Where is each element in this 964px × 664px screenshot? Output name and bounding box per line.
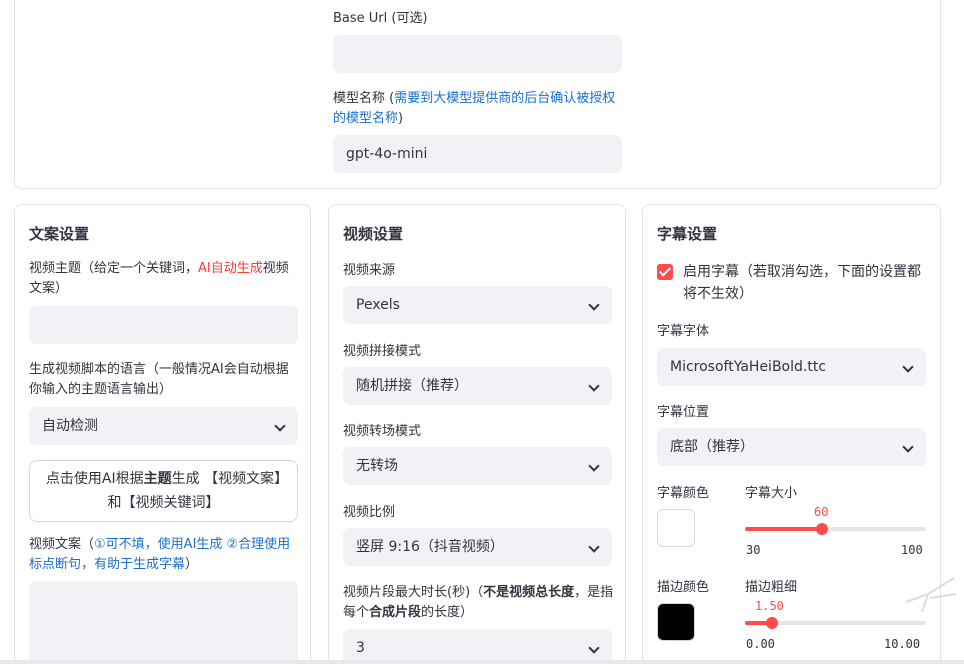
page-bottom-edge: [0, 660, 964, 664]
concat-mode-label: 视频拼接模式: [343, 344, 422, 359]
llm-settings-card: Base Url (可选) 模型名称 (需要到大模型提供商的后台确认被授权的模型…: [14, 0, 941, 189]
copy-settings-title: 文案设置: [29, 225, 90, 243]
chevron-down-icon: [902, 441, 914, 453]
chevron-down-icon: [588, 380, 600, 392]
transition-mode-select[interactable]: 无转场: [343, 447, 612, 485]
video-source-select[interactable]: Pexels: [343, 286, 612, 324]
chevron-down-icon: [902, 361, 914, 373]
base-url-label: Base Url (可选): [333, 11, 428, 26]
aspect-ratio-label: 视频比例: [343, 505, 396, 520]
subtitle-settings-title: 字幕设置: [657, 225, 718, 243]
transition-mode-label: 视频转场模式: [343, 424, 422, 439]
subtitle-size-label: 字幕大小: [745, 486, 798, 501]
script-language-label: 生成视频脚本的语言（一般情况AI会自动根据你输入的主题语言输出）: [29, 362, 289, 397]
aspect-ratio-select[interactable]: 竖屏 9:16（抖音视频）: [343, 528, 612, 566]
base-url-input[interactable]: [333, 35, 622, 73]
script-language-select[interactable]: 自动检测: [29, 407, 298, 445]
subtitle-size-min: 30: [746, 543, 761, 557]
chevron-down-icon: [588, 460, 600, 472]
stroke-color-picker[interactable]: [657, 603, 695, 641]
concat-mode-select[interactable]: 随机拼接（推荐）: [343, 367, 612, 405]
stroke-width-min: 0.00: [746, 637, 775, 651]
video-script-label: 视频文案（①可不填，使用AI生成 ②合理使用标点断句，有助于生成字幕）: [29, 537, 291, 572]
chevron-down-icon: [274, 420, 286, 432]
subtitle-position-select[interactable]: 底部（推荐）: [657, 428, 926, 466]
stroke-width-label: 描边粗细: [745, 580, 798, 595]
model-name-input[interactable]: gpt-4o-mini: [333, 135, 622, 173]
subtitle-size-thumb[interactable]: [816, 523, 828, 535]
subtitle-position-label: 字幕位置: [657, 405, 710, 420]
subtitle-font-label: 字幕字体: [657, 324, 710, 339]
chevron-down-icon: [588, 299, 600, 311]
stroke-color-label: 描边颜色: [657, 580, 710, 595]
subtitle-size-value: 60: [814, 505, 829, 519]
enable-subtitle-label: 启用字幕（若取消勾选，下面的设置都将不生效）: [683, 264, 921, 302]
video-settings-title: 视频设置: [343, 225, 404, 243]
model-name-label: 模型名称 (需要到大模型提供商的后台确认被授权的模型名称): [333, 91, 616, 126]
subtitle-color-picker[interactable]: [657, 509, 695, 547]
subtitle-size-max: 100: [901, 543, 923, 557]
copy-settings-card: 文案设置 视频主题（给定一个关键词，AI自动生成视频文案） 生成视频脚本的语言（…: [14, 204, 311, 664]
generate-script-button[interactable]: 点击使用AI根据主题生成 【视频文案】和【视频关键词】: [29, 460, 298, 522]
subtitle-settings-card: 字幕设置 启用字幕（若取消勾选，下面的设置都将不生效） 字幕字体 Microso…: [642, 204, 941, 664]
stroke-width-max: 10.00: [884, 637, 921, 651]
stroke-width-value: 1.50: [755, 599, 784, 613]
video-topic-label: 视频主题（给定一个关键词，AI自动生成视频文案）: [29, 261, 289, 296]
subtitle-color-label: 字幕颜色: [657, 486, 710, 501]
clip-duration-label: 视频片段最大时长(秒)（不是视频总长度，是指每个合成片段的长度）: [343, 585, 614, 620]
video-settings-card: 视频设置 视频来源 Pexels 视频拼接模式 随机拼接（推荐） 视频转场模式 …: [328, 204, 626, 664]
subtitle-font-select[interactable]: MicrosoftYaHeiBold.ttc: [657, 348, 926, 386]
chevron-down-icon: [588, 642, 600, 654]
subtitle-size-fill: [745, 527, 822, 531]
chevron-down-icon: [588, 541, 600, 553]
watermark-icon: [905, 577, 957, 613]
video-script-textarea[interactable]: [29, 581, 298, 664]
video-topic-input[interactable]: [29, 306, 298, 344]
enable-subtitle-checkbox[interactable]: [657, 264, 673, 280]
stroke-width-thumb[interactable]: [766, 617, 778, 629]
video-source-label: 视频来源: [343, 263, 396, 278]
clip-duration-select[interactable]: 3: [343, 629, 612, 664]
